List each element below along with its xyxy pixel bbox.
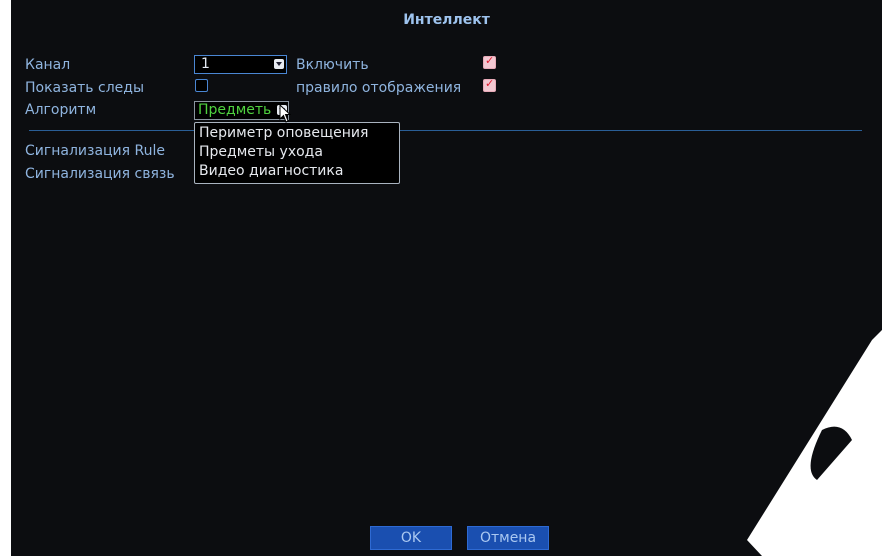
- enable-label: Включить: [296, 57, 369, 73]
- mouse-cursor-icon: [279, 104, 291, 123]
- display-rule-checkbox[interactable]: [483, 77, 496, 92]
- dropdown-option[interactable]: Видео диагностика: [199, 163, 343, 179]
- watermark-graphic: [747, 330, 882, 556]
- app-frame: Интеллект Канал 1 Включить Показать след…: [11, 0, 882, 556]
- channel-label: Канал: [25, 57, 71, 73]
- alarm-rule-label: Сигнализация Rule: [25, 143, 166, 159]
- show-traces-label: Показать следы: [25, 80, 144, 96]
- algorithm-label: Алгоритм: [25, 102, 97, 118]
- chevron-down-icon[interactable]: [274, 59, 284, 69]
- dropdown-option[interactable]: Предметы ухода: [199, 144, 323, 160]
- dropdown-option[interactable]: Периметр оповещения: [199, 125, 368, 141]
- algorithm-value: Предметь: [198, 102, 272, 118]
- show-traces-checkbox[interactable]: [195, 79, 208, 92]
- algorithm-dropdown-list: Периметр оповещения Предметы ухода Видео…: [194, 122, 400, 184]
- divider: [29, 130, 862, 131]
- channel-value: 1: [201, 56, 210, 72]
- enable-checkbox[interactable]: [483, 54, 496, 69]
- intellect-dialog: Интеллект Канал 1 Включить Показать след…: [11, 0, 882, 556]
- display-rule-label: правило отображения: [296, 80, 462, 96]
- algorithm-select[interactable]: Предметь: [194, 101, 289, 120]
- ok-button[interactable]: OK: [370, 526, 452, 550]
- alarm-link-label: Сигнализация связь: [25, 166, 175, 182]
- cancel-button[interactable]: Отмена: [467, 526, 549, 550]
- window-title: Интеллект: [403, 12, 490, 28]
